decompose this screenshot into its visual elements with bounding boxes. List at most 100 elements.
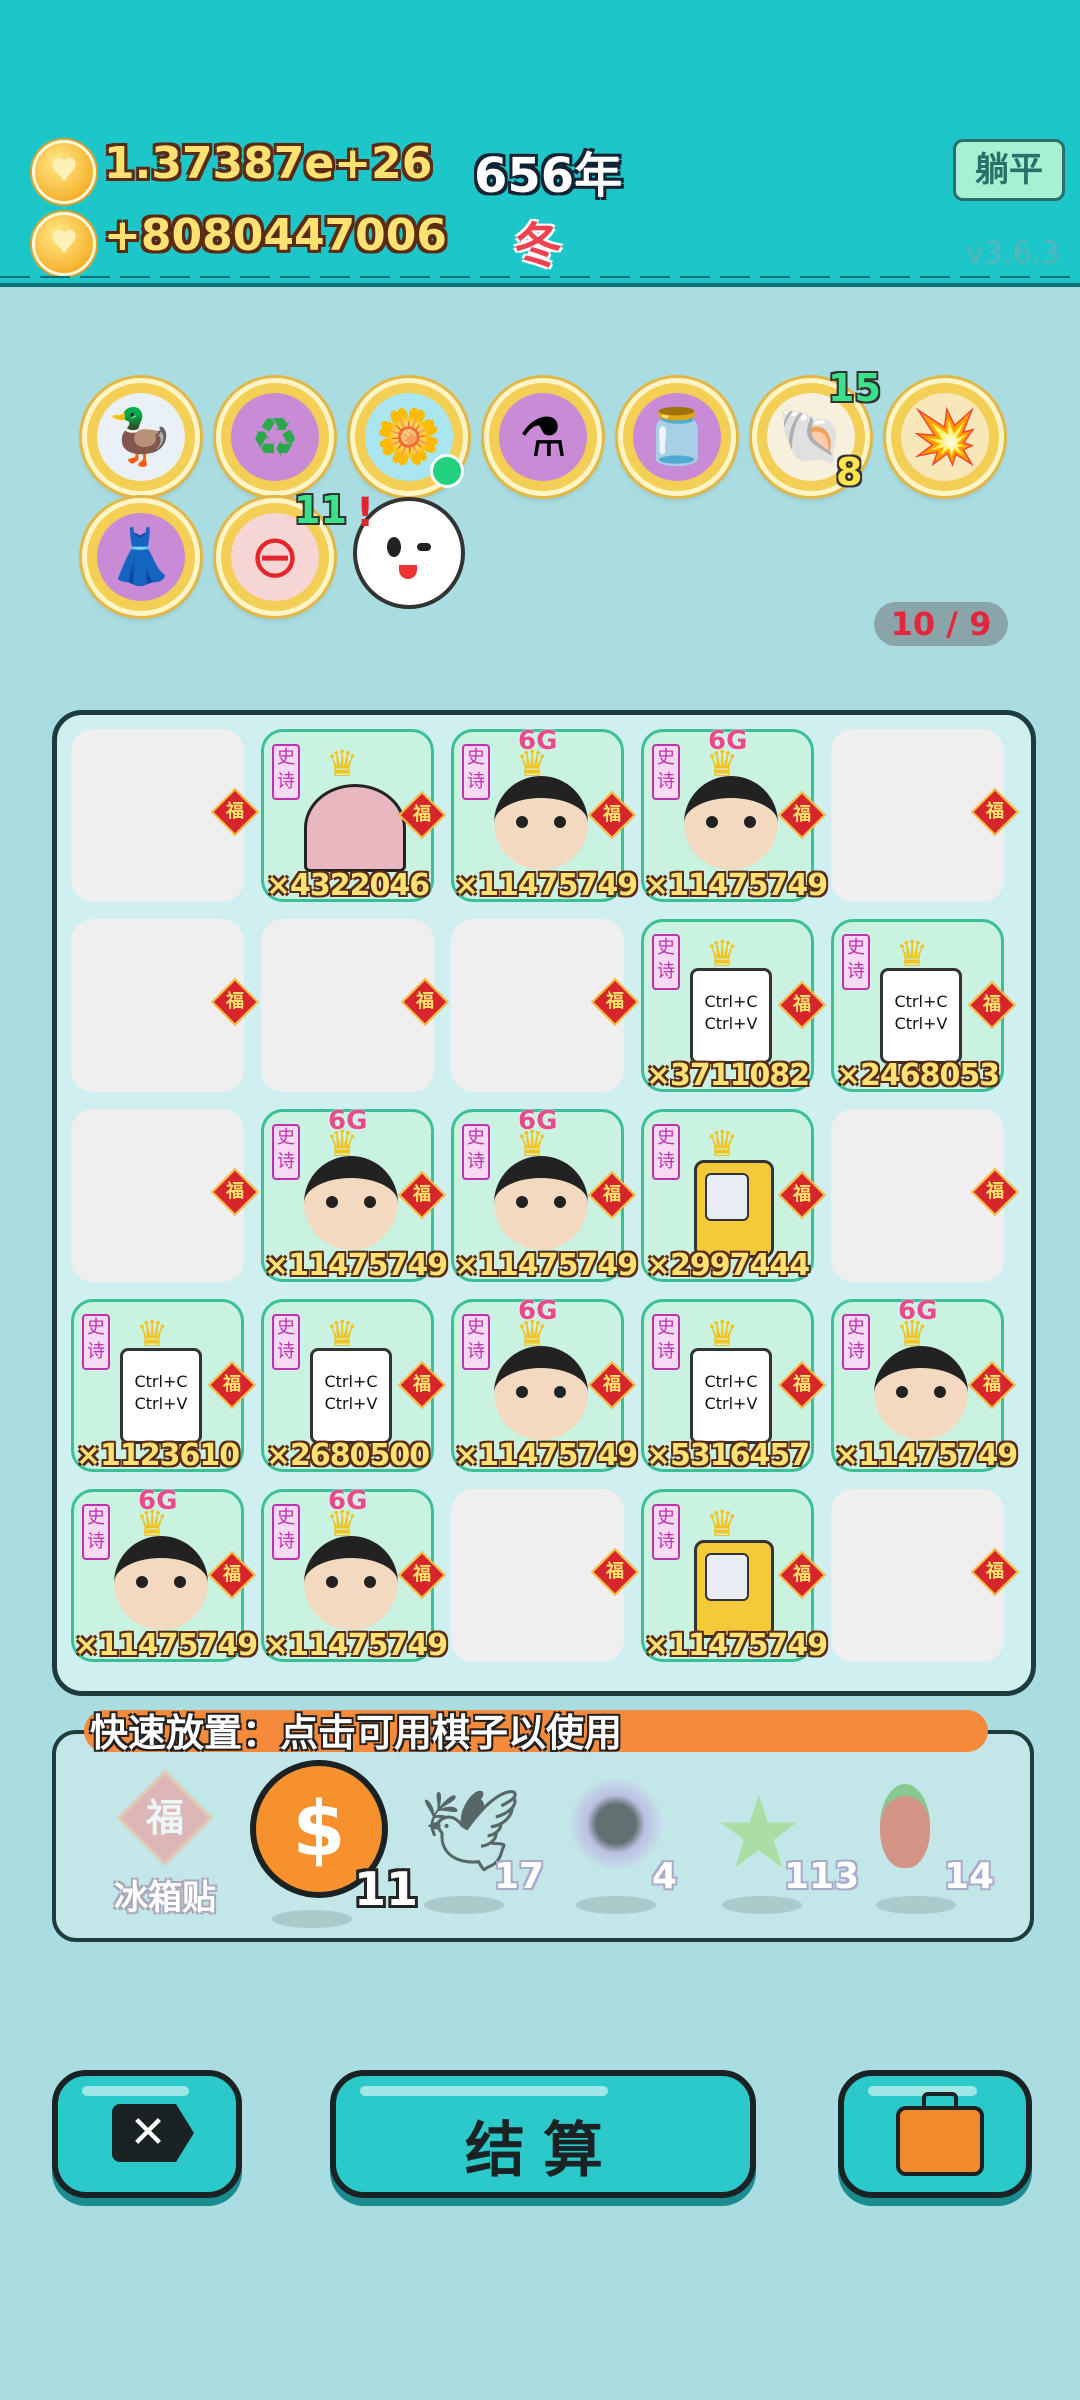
board-cell[interactable]: 福 (261, 919, 450, 1092)
game-board: 福史诗 ♛ ×4322046 福史诗 6G ♛ ×11475749 福史诗 6G ♛ ×114757… (52, 710, 1036, 1696)
board-cell[interactable]: 史诗 ♛ ×4322046 福 (261, 729, 447, 903)
board-cell[interactable]: 史诗 Ctrl+C Ctrl+V ♛ ×5316457 福 (641, 1299, 827, 1473)
board-cell[interactable]: 福 (451, 919, 640, 1092)
board-cell[interactable]: 史诗 6G ♛ ×11475749 福 (831, 1296, 1018, 1473)
copy-paste-card-icon: Ctrl+C Ctrl+V (690, 961, 795, 1064)
fu-charm-icon: 福 (587, 1170, 637, 1220)
crown-icon: ♛ (896, 1314, 929, 1355)
multiplier-label: ×11475749 (74, 1628, 258, 1663)
board-cell[interactable]: 福 (831, 1489, 1020, 1662)
card-line: Ctrl+C (894, 992, 948, 1011)
card-line: Ctrl+V (134, 1394, 188, 1413)
board-cell[interactable]: 福 (71, 729, 260, 902)
card-line: Ctrl+V (324, 1394, 378, 1413)
ready-dot (430, 454, 464, 488)
board-cell[interactable]: 史诗 Ctrl+C Ctrl+V ♛ ×3711082 福 (641, 919, 827, 1093)
chili-count: 14 (944, 1856, 995, 1897)
duck-pot-icon[interactable]: 🦆 (82, 378, 200, 496)
board-cell[interactable]: 史诗 6G ♛ ×11475749 福 (71, 1486, 258, 1663)
settle-button-highlight (360, 2086, 609, 2096)
fu-charm-text: 福 (793, 1374, 811, 1395)
rarity-tag: 史诗 (272, 1124, 300, 1180)
board-cell[interactable]: 史诗 6G ♛ ×11475749 福 (451, 1106, 638, 1283)
fu-charm-icon: 福 (970, 787, 1020, 837)
rarity-tag: 史诗 (652, 934, 680, 990)
fu-charm-text: 福 (793, 804, 811, 825)
board-cell[interactable]: 福 (71, 1109, 260, 1282)
version-label: v3.6.3 (966, 236, 1061, 271)
black-hole-item[interactable] (570, 1778, 662, 1870)
black-hole-count: 4 (652, 1856, 678, 1897)
money-rate: +8080447006 (104, 210, 448, 261)
recycle-icon[interactable]: ♻ (216, 378, 334, 496)
fu-charm-text: 福 (983, 1374, 1001, 1395)
chili-icon (880, 1784, 930, 1868)
vending-machine-icon (694, 1160, 774, 1258)
inventory-button[interactable] (838, 2070, 1032, 2198)
skirt-icon[interactable]: 👗 (82, 498, 200, 616)
close-button-highlight (82, 2086, 189, 2096)
jar-icon[interactable]: 🫙 (618, 378, 736, 496)
character-face-icon (874, 1346, 968, 1440)
board-cell[interactable]: 史诗 ♛ ×11475749 福 (641, 1489, 828, 1663)
fu-charm-icon: 福 (397, 1170, 447, 1220)
copy-paste-card-icon: Ctrl+C Ctrl+V (310, 1341, 415, 1444)
multiplier-label: ×11475749 (264, 1248, 448, 1283)
crown-icon: ♛ (706, 1124, 739, 1165)
crown-icon: ♛ (896, 934, 929, 975)
board-cell[interactable]: 史诗 Ctrl+C Ctrl+V ♛ ×2468053 福 (831, 919, 1017, 1093)
fu-charm-icon: 福 (970, 1547, 1020, 1597)
board-cell[interactable]: 史诗 Ctrl+C Ctrl+V ♛ ×1123610 福 (71, 1299, 257, 1473)
crown-icon: ♛ (516, 1314, 549, 1355)
quick-place-label: 快速放置：点击可用棋子以使用 (90, 1711, 623, 1755)
chili-shadow (876, 1896, 956, 1914)
year-label: 656年 (474, 148, 623, 204)
coin-rate-icon (32, 212, 96, 276)
board-cell[interactable]: 史诗 ♛ ×2997444 福 (641, 1109, 827, 1283)
multiplier-label: ×3711082 (645, 1058, 810, 1093)
fu-charm-text: 福 (603, 1184, 621, 1205)
fu-charm-icon: 福 (397, 1360, 447, 1410)
multiplier-label: ×11475749 (454, 868, 638, 903)
character-face-icon (304, 1536, 398, 1630)
rarity-tag: 史诗 (462, 1124, 490, 1180)
fu-charm-text: 福 (413, 1374, 431, 1395)
chili-item[interactable] (880, 1784, 930, 1868)
close-button[interactable]: ✕ (52, 2070, 242, 2198)
board-cell[interactable]: 福 (451, 1489, 640, 1662)
board-cell[interactable]: 史诗 Ctrl+C Ctrl+V ♛ ×2680500 福 (261, 1299, 447, 1473)
settle-button[interactable]: 结算 (330, 2070, 756, 2198)
board-cell[interactable]: 福 (831, 729, 1020, 902)
fu-charm-icon: 福 (590, 1547, 640, 1597)
rarity-tag: 史诗 (82, 1504, 110, 1560)
fridge-magnet-glyph: 福 (145, 1796, 184, 1840)
rarity-tag: 史诗 (842, 934, 870, 990)
fu-charm-icon: 福 (587, 790, 637, 840)
explosion-icon[interactable]: 💥 (886, 378, 1004, 496)
star-count: 113 (784, 1856, 860, 1897)
board-cell[interactable]: 史诗 6G ♛ ×11475749 福 (641, 726, 828, 903)
fu-charm-icon: 福 (967, 980, 1017, 1030)
board-cell[interactable]: 福 (831, 1109, 1020, 1282)
character-face-icon (494, 1156, 588, 1250)
duck-count: 17 (494, 1856, 545, 1897)
board-cell[interactable]: 史诗 6G ♛ ×11475749 福 (451, 726, 638, 903)
card-line: Ctrl+C (134, 1372, 188, 1391)
rarity-tag: 史诗 (842, 1314, 870, 1370)
card-line: Ctrl+C (324, 1372, 378, 1391)
board-cell[interactable]: 史诗 6G ♛ ×11475749 福 (451, 1296, 638, 1473)
black-hole-shadow (576, 1896, 656, 1914)
mixer-icon[interactable]: ⚗ (484, 378, 602, 496)
fu-charm-text: 福 (416, 991, 434, 1012)
board-cell[interactable]: 史诗 6G ♛ ×11475749 福 (261, 1486, 448, 1663)
board-cell[interactable]: 史诗 6G ♛ ×11475749 福 (261, 1106, 448, 1283)
lie-flat-button[interactable]: 躺平 (953, 139, 1065, 201)
rarity-tag: 史诗 (652, 1504, 680, 1560)
tent-icon (304, 784, 406, 872)
money-total: 1.37387e+26 (104, 138, 433, 189)
board-cell[interactable]: 福 (71, 919, 260, 1092)
shell-count-top: 15 (828, 366, 881, 410)
fu-charm-text: 福 (603, 804, 621, 825)
fridge-magnet-item[interactable]: 福 冰箱贴 (112, 1769, 218, 1919)
fu-charm-text: 福 (226, 991, 244, 1012)
